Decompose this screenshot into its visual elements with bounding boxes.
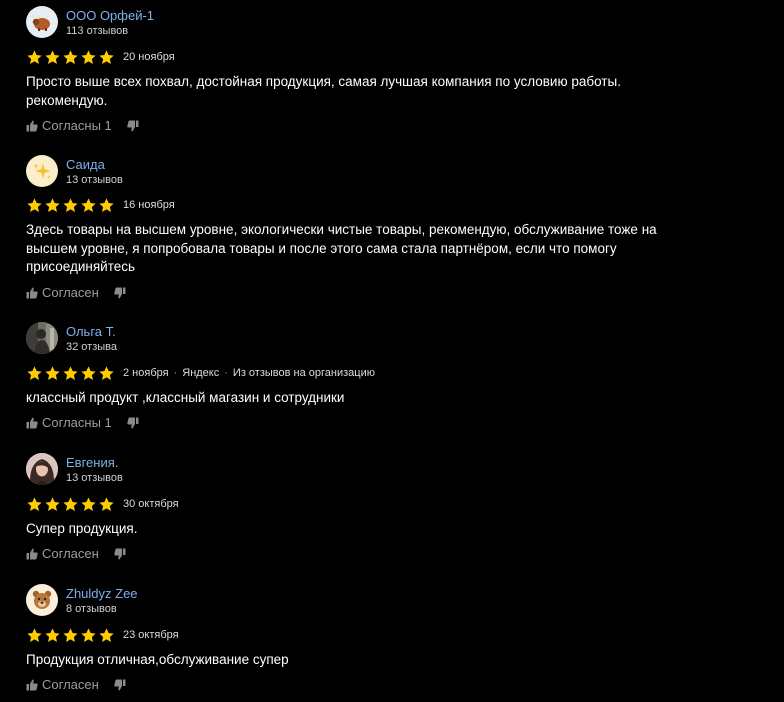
author-name[interactable]: ООО Орфей-1 — [66, 8, 154, 23]
author-name[interactable]: Zhuldyz Zee — [66, 586, 138, 601]
review-count: 113 отзывов — [66, 25, 129, 37]
star-icon — [45, 496, 60, 511]
star-icon — [99, 365, 114, 380]
star-icon — [81, 365, 96, 380]
agree-label: Согласен — [42, 285, 99, 300]
agree-button[interactable]: Согласны 1 — [26, 415, 112, 430]
review-date: 16 ноября — [123, 199, 175, 211]
star-icon — [45, 627, 60, 642]
photo-avatar — [26, 453, 58, 485]
bear-emoji-icon — [32, 590, 52, 609]
dislike-button[interactable] — [114, 548, 126, 560]
agree-button[interactable]: Согласен — [26, 285, 99, 300]
dislike-button[interactable] — [114, 679, 126, 691]
review-text: Просто выше всех похвал, достойная проду… — [26, 74, 621, 108]
review-date: 2 ноября — [123, 367, 169, 379]
agree-label: Согласны 1 — [42, 415, 112, 430]
dislike-button[interactable] — [127, 417, 139, 429]
review-card: Zhuldyz Zee 8 отзывов 23 октября Продукц… — [26, 584, 766, 692]
star-rating — [26, 365, 115, 382]
avatar[interactable] — [26, 6, 58, 38]
agree-label: Согласен — [42, 546, 99, 561]
star-icon — [63, 197, 78, 212]
review-text: классный продукт ,классный магазин и сот… — [26, 390, 345, 405]
thumbs-up-icon — [26, 287, 38, 298]
thumbs-down-icon — [114, 679, 126, 690]
star-icon — [45, 49, 60, 64]
thumbs-down-icon — [114, 548, 126, 559]
agree-button[interactable]: Согласен — [26, 677, 99, 692]
thumbs-up-icon — [26, 417, 38, 428]
agree-button[interactable]: Согласны 1 — [26, 118, 112, 133]
star-icon — [27, 49, 42, 64]
star-icon — [99, 49, 114, 64]
avatar[interactable] — [26, 584, 58, 616]
star-icon — [99, 197, 114, 212]
thumbs-down-icon — [114, 287, 126, 298]
author-name[interactable]: Ольга Т. — [66, 324, 116, 339]
thumbs-up-icon — [26, 120, 38, 131]
review-card: ООО Орфей-1 113 отзывов 20 ноября Просто… — [26, 6, 766, 133]
star-rating — [26, 496, 115, 513]
review-count: 13 отзывов — [66, 174, 123, 186]
star-icon — [63, 49, 78, 64]
author-name[interactable]: Саида — [66, 157, 105, 172]
agree-button[interactable]: Согласен — [26, 546, 99, 561]
separator-dot: · — [173, 367, 178, 379]
review-text: Здесь товары на высшем уровне, экологиче… — [26, 222, 657, 274]
review-count: 8 отзывов — [66, 603, 117, 615]
agree-label: Согласны 1 — [42, 118, 112, 133]
review-source: Яндекс — [182, 367, 220, 379]
thumbs-down-icon — [127, 417, 139, 428]
star-rating — [26, 49, 115, 66]
review-date: 20 ноября — [123, 51, 175, 63]
author-name[interactable]: Евгения. — [66, 455, 118, 470]
avatar[interactable] — [26, 322, 58, 354]
review-date: 30 октября — [123, 498, 179, 510]
separator-dot: · — [224, 367, 228, 379]
bull-emoji-icon — [32, 14, 50, 31]
avatar[interactable] — [26, 155, 58, 187]
thumbs-up-icon — [26, 548, 38, 559]
star-icon — [63, 496, 78, 511]
review-card: Ольга Т. 32 отзыва 2 ноября · Яндекс · И… — [26, 322, 766, 430]
review-origin: Из отзывов на организацию — [232, 367, 375, 379]
review-card: Евгения. 13 отзывов 30 октября Супер про… — [26, 453, 766, 561]
sparkles-emoji-icon — [33, 163, 51, 179]
review-text: Супер продукция. — [26, 521, 138, 536]
star-icon — [99, 627, 114, 642]
star-rating — [26, 197, 115, 214]
star-icon — [45, 197, 60, 212]
thumbs-up-icon — [26, 679, 38, 690]
review-date: 23 октября — [123, 629, 179, 641]
star-icon — [27, 627, 42, 642]
review-count: 32 отзыва — [66, 341, 117, 353]
review-count: 13 отзывов — [66, 472, 123, 484]
star-icon — [81, 627, 96, 642]
star-icon — [27, 197, 42, 212]
thumbs-down-icon — [127, 120, 139, 131]
star-icon — [81, 197, 96, 212]
star-icon — [27, 496, 42, 511]
star-icon — [81, 496, 96, 511]
review-card: Саида 13 отзывов 16 ноября Здесь товары … — [26, 155, 766, 300]
star-icon — [99, 496, 114, 511]
star-icon — [27, 365, 42, 380]
star-rating — [26, 627, 115, 644]
star-icon — [63, 365, 78, 380]
avatar[interactable] — [26, 453, 58, 485]
photo-avatar — [26, 322, 58, 354]
star-icon — [63, 627, 78, 642]
star-icon — [45, 365, 60, 380]
agree-label: Согласен — [42, 677, 99, 692]
dislike-button[interactable] — [127, 120, 139, 132]
dislike-button[interactable] — [114, 287, 126, 299]
review-text: Продукция отличная,обслуживание супер — [26, 652, 289, 667]
star-icon — [81, 49, 96, 64]
